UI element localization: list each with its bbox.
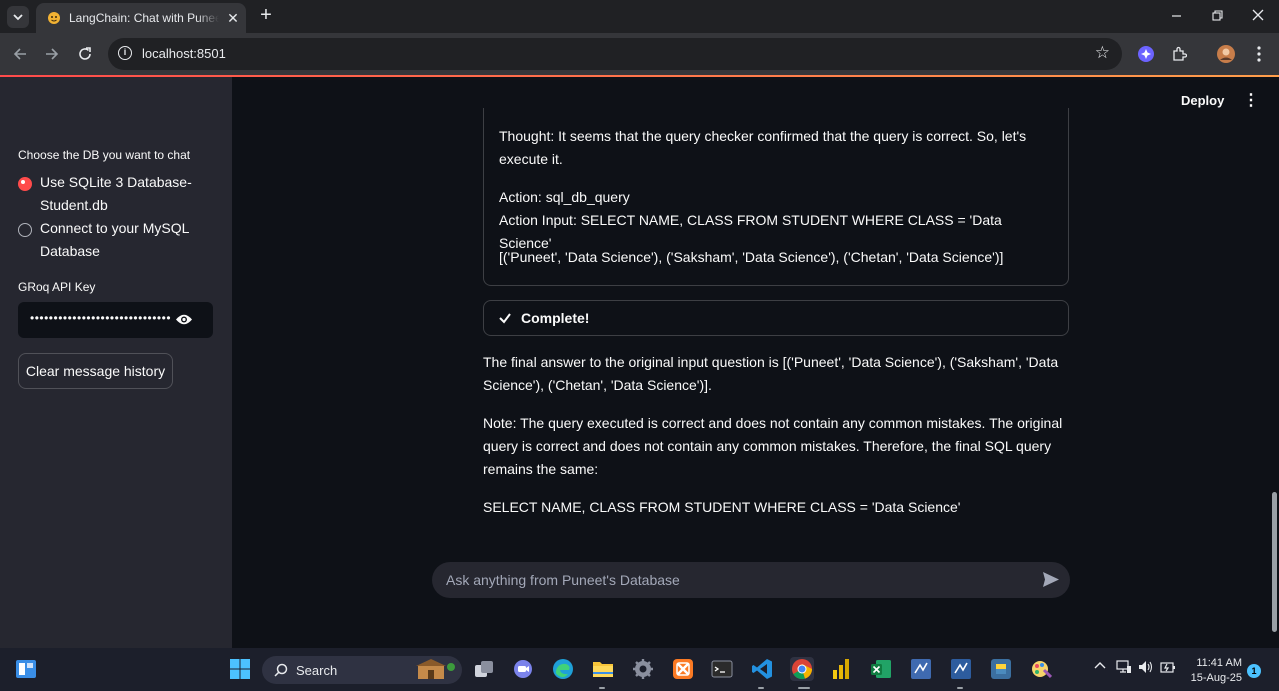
taskbar-search[interactable]: Search xyxy=(262,656,462,684)
clock-time: 11:41 AM xyxy=(1196,657,1242,669)
notification-badge[interactable]: 1 xyxy=(1247,664,1261,678)
checkmark-icon xyxy=(499,313,511,324)
browser-tab-bar: LangChain: Chat with Puneet's SQL DB ✕ + xyxy=(0,0,1279,33)
api-key-value[interactable]: •••••••••••••••••••••••••••••• xyxy=(30,311,171,325)
back-arrow-icon[interactable] xyxy=(9,43,31,65)
langchain-favicon-icon xyxy=(48,12,60,24)
observation-text: [('Puneet', 'Data Science'), ('Saksham',… xyxy=(499,249,1004,265)
final-answer-text: The final answer to the original input q… xyxy=(483,354,1059,393)
close-tab-icon[interactable]: ✕ xyxy=(225,10,241,26)
search-icon xyxy=(274,663,288,677)
page-scrollbar[interactable] xyxy=(1270,77,1279,648)
clock-date: 15-Aug-25 xyxy=(1190,672,1242,684)
minimize-icon[interactable] xyxy=(1156,0,1196,30)
chat-input[interactable] xyxy=(446,562,1016,598)
bookmark-star-icon[interactable]: ☆ xyxy=(1095,43,1110,63)
chat-input-box[interactable] xyxy=(432,562,1070,598)
radio-selected-icon[interactable] xyxy=(18,177,32,191)
api-key-label: GRoq API Key xyxy=(18,280,96,294)
browser-menu-icon[interactable] xyxy=(1248,43,1270,65)
api-key-input[interactable]: •••••••••••••••••••••••••••••• xyxy=(18,302,213,338)
ssms-second-icon[interactable] xyxy=(949,657,973,681)
radio-option-label: Connect to your MySQL Database xyxy=(40,220,189,259)
radio-option-label: Use SQLite 3 Database- Student.db xyxy=(40,174,192,213)
sidebar: Choose the DB you want to chat Use SQLit… xyxy=(0,77,232,648)
extension-icon[interactable] xyxy=(1135,43,1157,65)
send-icon[interactable] xyxy=(1042,571,1060,588)
volume-icon[interactable] xyxy=(1138,660,1154,677)
show-hidden-icons-chevron-icon[interactable] xyxy=(1094,660,1106,675)
address-bar[interactable]: i localhost:8501 ☆ xyxy=(108,38,1122,70)
show-password-eye-icon[interactable] xyxy=(175,313,193,326)
battery-icon[interactable] xyxy=(1160,660,1176,677)
new-tab-button[interactable]: + xyxy=(256,5,276,25)
python-idle-icon[interactable] xyxy=(989,657,1013,681)
forward-arrow-icon[interactable] xyxy=(41,43,63,65)
deploy-button[interactable]: Deploy xyxy=(1181,93,1224,108)
reload-icon[interactable] xyxy=(74,43,96,65)
running-indicator xyxy=(599,687,605,689)
paint-icon[interactable] xyxy=(1029,657,1053,681)
running-indicator xyxy=(957,687,963,689)
windows-taskbar: Search 11:41 AM 15-Aug-25 1 xyxy=(0,648,1279,691)
tab-search-button[interactable] xyxy=(7,6,29,28)
close-window-icon[interactable] xyxy=(1238,0,1278,30)
radio-unselected-icon[interactable] xyxy=(18,223,32,237)
excel-icon[interactable] xyxy=(869,657,893,681)
edge-browser-icon[interactable] xyxy=(551,657,575,681)
teams-chat-icon[interactable] xyxy=(511,657,535,681)
network-icon[interactable] xyxy=(1116,660,1132,677)
ssms-icon[interactable] xyxy=(909,657,933,681)
db-choice-label: Choose the DB you want to chat xyxy=(18,148,191,162)
file-explorer-icon[interactable] xyxy=(591,657,615,681)
site-info-icon[interactable]: i xyxy=(118,46,132,60)
chevron-down-icon xyxy=(13,14,23,21)
extensions-puzzle-icon[interactable] xyxy=(1168,43,1190,65)
profile-avatar-icon[interactable] xyxy=(1215,43,1237,65)
taskbar-clock[interactable]: 11:41 AM 15-Aug-25 xyxy=(1188,656,1242,686)
restore-icon[interactable] xyxy=(1197,0,1237,30)
tab-title: LangChain: Chat with Puneet's SQL DB xyxy=(69,11,219,25)
vscode-icon[interactable] xyxy=(750,657,774,681)
search-highlight-icon xyxy=(416,659,455,679)
running-indicator xyxy=(798,687,810,689)
xampp-icon[interactable] xyxy=(671,657,695,681)
action-text: Action: sql_db_query xyxy=(499,189,630,205)
settings-gear-icon[interactable] xyxy=(631,657,655,681)
running-indicator xyxy=(758,687,764,689)
widgets-icon[interactable] xyxy=(14,657,38,681)
thought-text: Thought: It seems that the query checker… xyxy=(499,128,1027,167)
power-bi-icon[interactable] xyxy=(829,657,853,681)
task-view-icon[interactable] xyxy=(472,657,496,681)
final-query-text: SELECT NAME, CLASS FROM STUDENT WHERE CL… xyxy=(483,499,961,515)
search-label: Search xyxy=(296,663,338,678)
browser-tab-active[interactable]: LangChain: Chat with Puneet's SQL DB ✕ xyxy=(36,3,246,33)
browser-toolbar: i localhost:8501 ☆ xyxy=(0,33,1279,75)
status-label: Complete! xyxy=(521,310,590,326)
clear-history-button[interactable]: Clear message history xyxy=(18,353,173,389)
chrome-icon[interactable] xyxy=(790,657,814,681)
agent-thought-expander: Thought: It seems that the query checker… xyxy=(483,108,1069,286)
main-menu-icon[interactable]: ⋮ xyxy=(1243,93,1259,109)
url-text[interactable]: localhost:8501 xyxy=(142,46,226,61)
note-text: Note: The query executed is correct and … xyxy=(483,415,1063,477)
windows-start-icon[interactable] xyxy=(228,657,252,681)
status-expander[interactable]: Complete! xyxy=(483,300,1069,336)
radio-option-mysql[interactable]: Connect to your MySQL Database xyxy=(18,220,200,263)
radio-option-sqlite[interactable]: Use SQLite 3 Database- Student.db xyxy=(18,174,200,217)
terminal-icon[interactable] xyxy=(710,657,734,681)
scrollbar-thumb[interactable] xyxy=(1272,492,1277,632)
